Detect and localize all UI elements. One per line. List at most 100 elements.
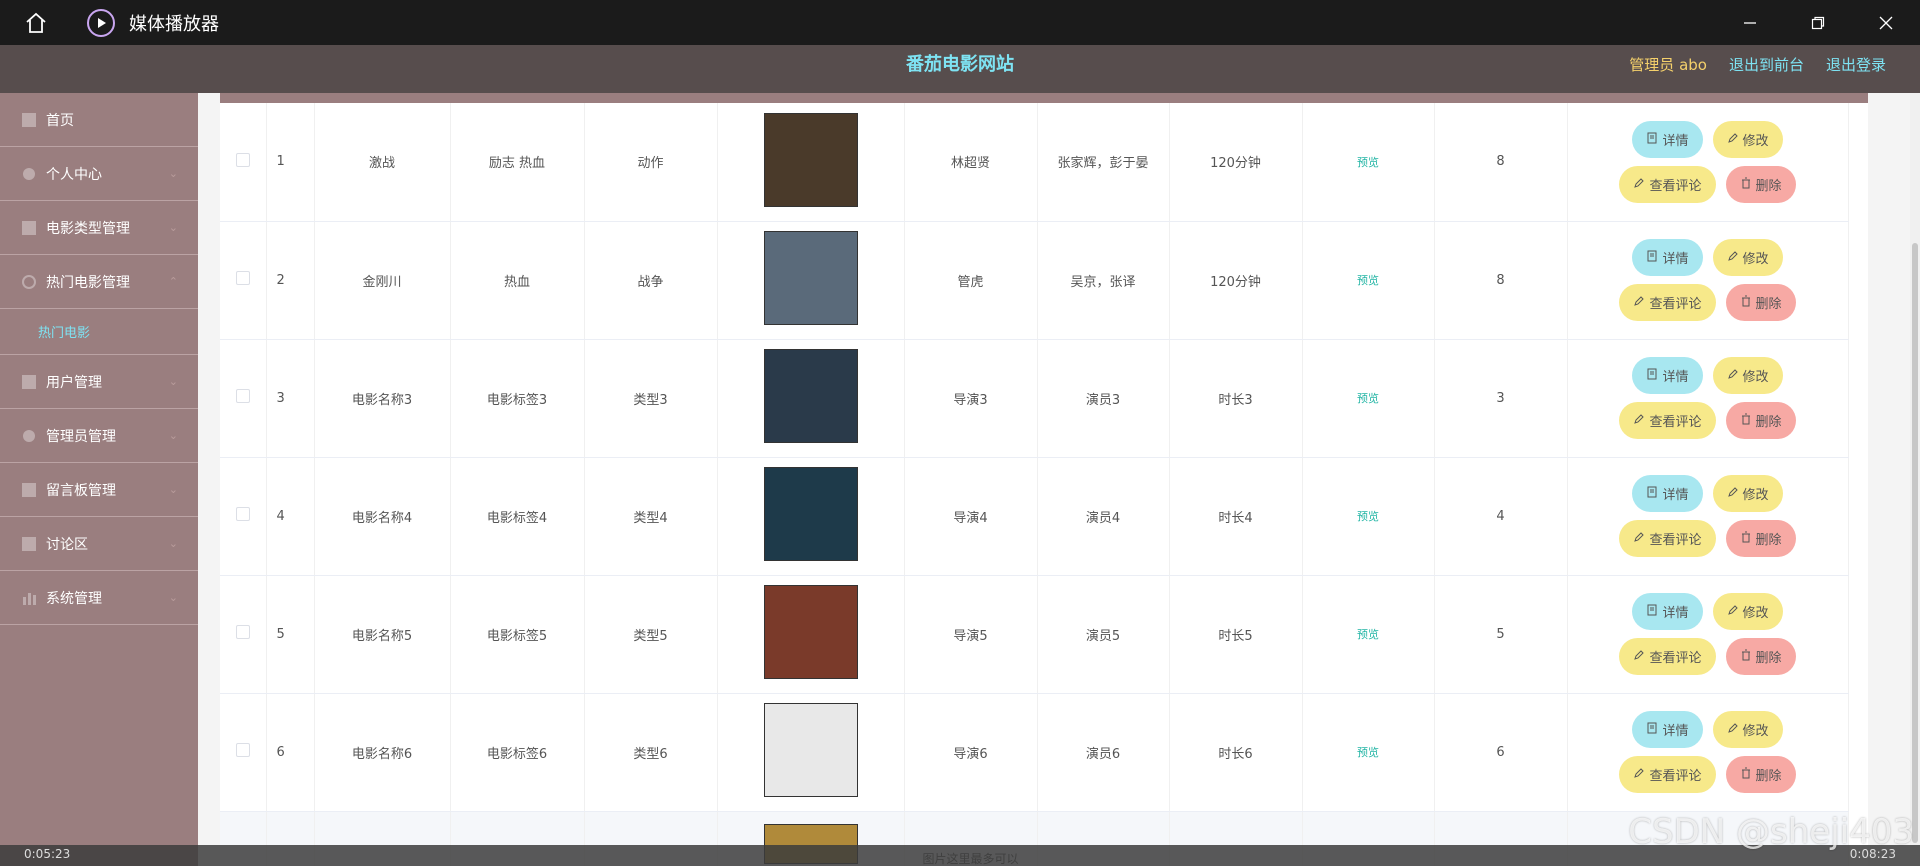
sidebar-item-label: 个人中心 (46, 166, 102, 183)
movie-poster[interactable] (763, 703, 858, 797)
row-checkbox[interactable] (235, 743, 250, 757)
movie-score: 5 (1434, 575, 1568, 694)
movie-poster[interactable] (763, 467, 858, 561)
preview-link[interactable]: 预览 (1357, 746, 1379, 759)
preview-link[interactable]: 预览 (1357, 156, 1379, 169)
row-checkbox[interactable] (235, 389, 250, 403)
table-row: 3 电影名称3 电影标签3 类型3 导演3 演员3 时长3 预览 3 详情 修改… (220, 339, 1849, 458)
sidebar-item-users[interactable]: 用户管理 ⌄ (0, 355, 198, 409)
scroll-thumb[interactable] (1912, 243, 1918, 843)
row-checkbox[interactable] (235, 507, 250, 521)
row-checkbox[interactable] (235, 152, 250, 167)
row-checkbox[interactable] (235, 271, 250, 285)
movie-director: 导演4 (904, 457, 1038, 576)
detail-button[interactable]: 详情 (1632, 239, 1703, 276)
edit-button[interactable]: 修改 (1712, 475, 1783, 512)
detail-button-label: 详情 (1662, 605, 1689, 620)
detail-button[interactable]: 详情 (1632, 357, 1703, 394)
edit-button[interactable]: 修改 (1712, 593, 1783, 630)
view-comments-button[interactable]: 查看评论 (1619, 638, 1716, 675)
back-to-front-link[interactable]: 退出到前台 (1729, 45, 1804, 85)
edit-button-label: 修改 (1742, 605, 1769, 620)
sidebar-item-hot-films[interactable]: 热门电影管理 ⌃ (0, 255, 198, 309)
delete-button[interactable]: 删除 (1725, 520, 1796, 557)
view-comments-button[interactable]: 查看评论 (1619, 402, 1716, 439)
sidebar-item-forum[interactable]: 讨论区 ⌄ (0, 517, 198, 571)
sidebar-item-film-types[interactable]: 电影类型管理 ⌄ (0, 201, 198, 255)
delete-button[interactable]: 删除 (1725, 638, 1796, 675)
view-comments-button[interactable]: 查看评论 (1619, 284, 1716, 321)
movie-score: 6 (1434, 693, 1568, 812)
restore-icon[interactable] (1784, 0, 1852, 45)
edit-button[interactable]: 修改 (1712, 357, 1783, 394)
edit-icon (1633, 295, 1645, 310)
detail-button[interactable]: 详情 (1632, 593, 1703, 630)
scrollbar[interactable] (1910, 93, 1920, 866)
preview-link[interactable]: 预览 (1357, 392, 1379, 405)
document-icon (1646, 132, 1658, 147)
sidebar-item-label: 讨论区 (46, 536, 88, 553)
detail-button-label: 详情 (1662, 487, 1689, 502)
movie-poster[interactable] (763, 231, 858, 325)
elapsed-time: 0:05:23 (24, 847, 71, 861)
sidebar-item-label: 留言板管理 (46, 482, 116, 499)
edit-button[interactable]: 修改 (1712, 239, 1783, 276)
view-comments-label: 查看评论 (1649, 414, 1702, 429)
delete-button[interactable]: 删除 (1725, 284, 1796, 321)
movie-director: 导演6 (904, 693, 1038, 812)
preview-link[interactable]: 预览 (1357, 510, 1379, 523)
detail-button[interactable]: 详情 (1632, 120, 1703, 158)
close-icon[interactable] (1852, 0, 1920, 45)
preview-cell: 预览 (1302, 103, 1435, 222)
document-icon (1646, 722, 1658, 737)
sidebar-item-system[interactable]: 系统管理 ⌄ (0, 571, 198, 625)
edit-button[interactable]: 修改 (1712, 120, 1783, 158)
movie-actors: 张家辉，彭于晏 (1037, 103, 1170, 222)
movie-duration: 120分钟 (1169, 103, 1303, 222)
edit-button[interactable]: 修改 (1712, 711, 1783, 748)
trash-icon (1740, 295, 1752, 310)
delete-button-label: 删除 (1755, 414, 1782, 429)
sidebar-item-profile[interactable]: 个人中心 ⌄ (0, 147, 198, 201)
table-header-strip (220, 93, 1868, 103)
edit-icon (1727, 604, 1739, 619)
delete-button[interactable]: 删除 (1725, 165, 1796, 203)
operations-cell: 详情 修改 查看评论 删除 (1567, 575, 1849, 694)
detail-button[interactable]: 详情 (1632, 475, 1703, 512)
delete-button-label: 删除 (1755, 177, 1782, 193)
detail-button[interactable]: 详情 (1632, 711, 1703, 748)
admin-icon (22, 429, 36, 443)
trash-icon (1740, 649, 1752, 664)
view-comments-button[interactable]: 查看评论 (1619, 756, 1716, 793)
sidebar-item-admins[interactable]: 管理员管理 ⌄ (0, 409, 198, 463)
preview-link[interactable]: 预览 (1357, 274, 1379, 287)
sidebar-item-messages[interactable]: 留言板管理 ⌄ (0, 463, 198, 517)
sidebar-item-home[interactable]: 首页 (0, 93, 198, 147)
player-logo-icon (87, 8, 115, 37)
chevron-down-icon: ⌄ (168, 591, 178, 604)
table-row: 1 激战 励志 热血 动作 林超贤 张家辉，彭于晏 120分钟 预览 8 详情 … (220, 103, 1849, 222)
movie-poster[interactable] (763, 349, 858, 443)
sidebar-item-label: 用户管理 (46, 374, 102, 391)
view-comments-button[interactable]: 查看评论 (1619, 165, 1716, 203)
movie-poster[interactable] (763, 585, 858, 679)
chevron-down-icon: ⌄ (168, 167, 178, 180)
trash-icon (1740, 531, 1752, 546)
sidebar-subitem-hot-films[interactable]: 热门电影 (0, 309, 198, 355)
view-comments-button[interactable]: 查看评论 (1619, 520, 1716, 557)
row-checkbox-cell (220, 221, 267, 340)
preview-link[interactable]: 预览 (1357, 628, 1379, 641)
table-row: 5 电影名称5 电影标签5 类型5 导演5 演员5 时长5 预览 5 详情 修改… (220, 575, 1849, 694)
delete-button[interactable]: 删除 (1725, 756, 1796, 793)
home-icon[interactable] (19, 6, 53, 40)
chevron-down-icon: ⌄ (168, 537, 178, 550)
row-checkbox[interactable] (235, 625, 250, 639)
movie-name: 电影名称3 (314, 339, 451, 458)
minimize-icon[interactable] (1716, 0, 1784, 45)
movie-name: 电影名称6 (314, 693, 451, 812)
delete-button[interactable]: 删除 (1725, 402, 1796, 439)
document-icon (1646, 604, 1658, 619)
sidebar-item-label: 电影类型管理 (46, 220, 130, 237)
logout-link[interactable]: 退出登录 (1826, 45, 1886, 85)
movie-poster[interactable] (763, 112, 858, 207)
